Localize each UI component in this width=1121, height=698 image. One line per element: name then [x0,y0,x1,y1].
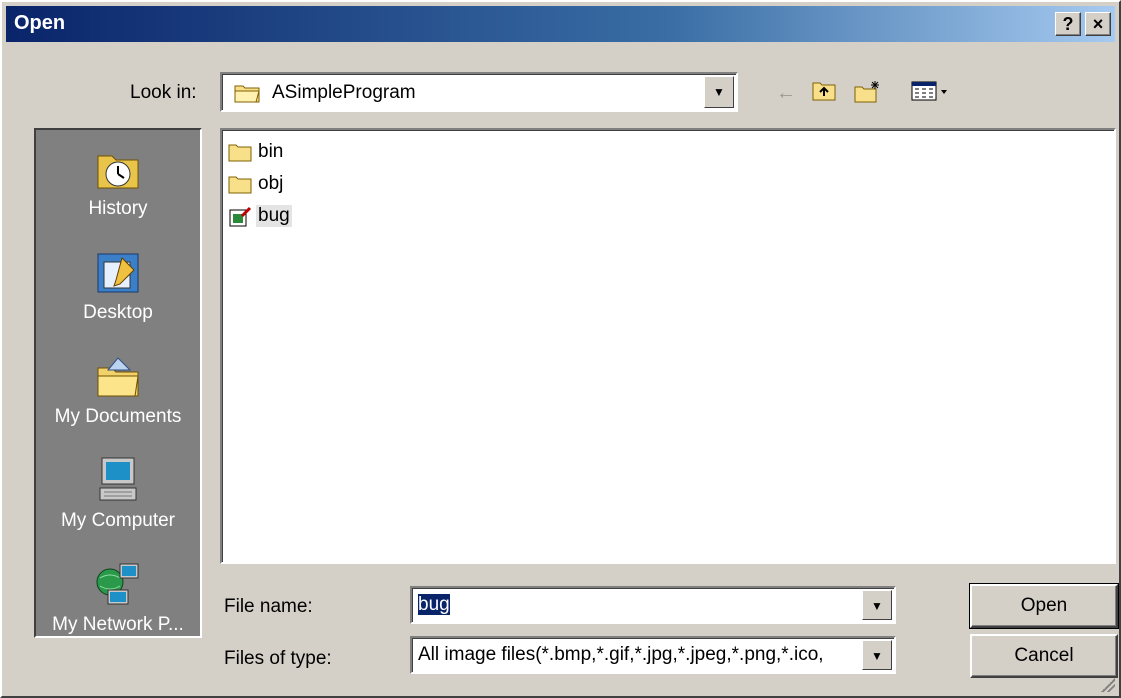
views-menu-button[interactable] [906,80,956,106]
my-documents-icon [94,352,142,400]
file-name: obj [258,173,284,194]
file-name-label: File name: [224,596,313,617]
title-bar[interactable]: Open ? × [6,6,1115,42]
network-icon [94,560,142,608]
file-name-input[interactable]: bug ▼ [410,586,896,624]
place-my-computer[interactable]: My Computer [36,456,200,532]
folder-open-icon [234,83,262,109]
place-my-documents[interactable]: My Documents [36,352,200,428]
chevron-down-icon: ▼ [871,599,883,613]
place-label: History [88,198,148,219]
place-desktop[interactable]: Desktop [36,248,200,324]
places-bar: History Desktop My Documents My Computer… [34,128,202,638]
up-folder-icon [812,82,836,107]
files-of-type-select[interactable]: All image files(*.bmp,*.gif,*.jpg,*.jpeg… [410,636,896,674]
place-my-network[interactable]: My Network P... [36,560,200,636]
history-icon [94,144,142,192]
file-name: bin [258,141,284,162]
look-in-combo[interactable]: ASimpleProgram ▼ [220,72,738,112]
chevron-down-icon: ▼ [871,649,883,663]
file-name-value: bug [418,594,450,616]
look-in-value: ASimpleProgram [272,82,416,103]
desktop-icon [94,248,142,296]
close-button[interactable]: × [1085,12,1111,36]
back-button[interactable]: ← [772,80,800,106]
place-history[interactable]: History [36,144,200,220]
selected-text: bug [418,594,450,615]
files-of-type-dropdown-button[interactable]: ▼ [862,640,892,670]
files-of-type-value: All image files(*.bmp,*.gif,*.jpg,*.jpeg… [418,644,824,665]
open-button[interactable]: Open [969,583,1119,629]
file-name: bug [256,205,292,227]
chevron-down-icon: ▼ [713,85,725,99]
folder-icon [228,174,252,200]
up-one-level-button[interactable] [810,80,838,106]
window-title: Open [14,12,66,34]
open-dialog: Open ? × Look in: ASimpleProgram ▼ ← His… [0,0,1121,698]
new-folder-icon [854,81,882,109]
place-label: My Network P... [52,614,184,635]
views-icon [911,81,951,107]
look-in-dropdown-button[interactable]: ▼ [704,76,734,108]
back-arrow-icon: ← [776,82,796,104]
new-folder-button[interactable] [854,80,882,106]
cancel-button[interactable]: Cancel [970,634,1118,678]
files-of-type-label: Files of type: [224,648,332,669]
resize-grip[interactable] [1101,678,1115,692]
folder-icon [228,142,252,168]
place-label: Desktop [83,302,153,323]
place-label: My Documents [54,406,182,427]
bitmap-file-icon [228,206,252,234]
look-in-label: Look in: [130,82,197,103]
file-name-dropdown-button[interactable]: ▼ [862,590,892,620]
file-list[interactable]: bin obj bug [220,128,1116,564]
my-computer-icon [94,456,142,504]
place-label: My Computer [60,510,176,531]
help-button[interactable]: ? [1055,12,1081,36]
